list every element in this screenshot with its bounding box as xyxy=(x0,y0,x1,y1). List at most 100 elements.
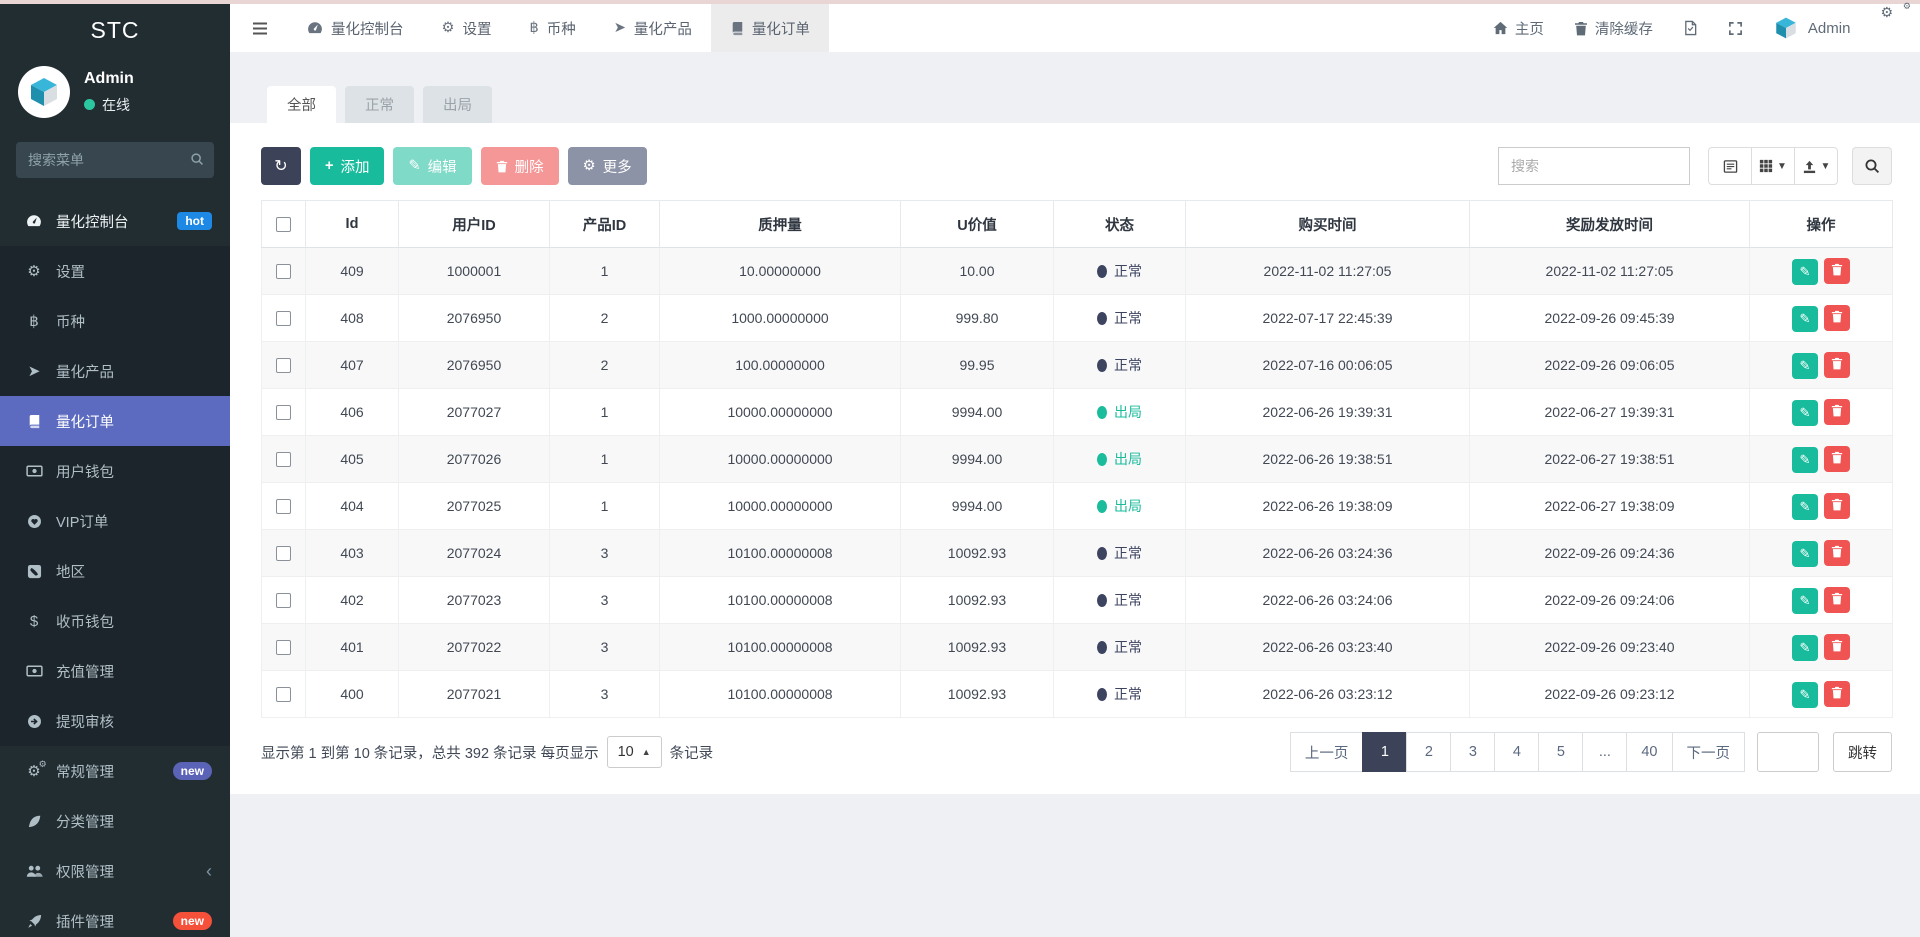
home-link[interactable]: 主页 xyxy=(1480,4,1557,52)
sidebar-item-1[interactable]: ⚙ 设置 xyxy=(0,246,230,296)
page-button-2[interactable]: 2 xyxy=(1406,732,1452,772)
filter-tab-1[interactable]: 正常 xyxy=(345,86,414,123)
select-all-checkbox[interactable] xyxy=(276,216,291,232)
jump-button[interactable]: 跳转 xyxy=(1833,732,1892,772)
row-checkbox[interactable] xyxy=(276,593,291,609)
row-edit-button[interactable]: ✎ xyxy=(1792,258,1818,285)
edit-button[interactable]: ✎ 编辑 xyxy=(393,147,472,185)
col-id[interactable]: Id xyxy=(305,200,399,248)
col-product-id[interactable]: 产品ID xyxy=(549,200,660,248)
nav-tab-0[interactable]: 量化控制台 xyxy=(288,4,423,52)
page-button-3[interactable]: 3 xyxy=(1450,732,1496,772)
fullscreen-expand-icon[interactable] xyxy=(1715,4,1756,52)
row-checkbox[interactable] xyxy=(276,687,291,703)
row-checkbox[interactable] xyxy=(276,452,291,468)
page-button-1[interactable]: 1 xyxy=(1362,732,1408,772)
filter-tab-0[interactable]: 全部 xyxy=(267,86,336,123)
search-button[interactable] xyxy=(1852,147,1892,185)
page-button-40[interactable]: 40 xyxy=(1626,732,1673,772)
export-dropdown-button[interactable]: ▼ xyxy=(1794,147,1838,185)
row-delete-button[interactable] xyxy=(1824,304,1850,331)
sidebar-item-9[interactable]: 充值管理 xyxy=(0,646,230,696)
row-delete-button[interactable] xyxy=(1824,398,1850,425)
row-delete-button[interactable] xyxy=(1824,633,1850,660)
sidebar-item-6[interactable]: VIP订单 xyxy=(0,496,230,546)
row-checkbox[interactable] xyxy=(276,405,291,421)
table-search-input[interactable] xyxy=(1498,147,1690,185)
page-button-上一页[interactable]: 上一页 xyxy=(1289,732,1364,772)
row-delete-button[interactable] xyxy=(1824,680,1850,707)
sidebar-item-0[interactable]: 量化控制台 hot xyxy=(0,196,230,246)
col-pledge[interactable]: 质押量 xyxy=(659,200,901,248)
row-checkbox[interactable] xyxy=(276,264,291,280)
row-delete-button[interactable] xyxy=(1824,351,1850,378)
row-edit-button[interactable]: ✎ xyxy=(1792,305,1818,332)
more-button[interactable]: ⚙ 更多 xyxy=(567,147,647,185)
row-delete-button[interactable] xyxy=(1824,586,1850,613)
detail-view-button[interactable] xyxy=(1708,147,1752,185)
row-checkbox[interactable] xyxy=(276,499,291,515)
row-checkbox[interactable] xyxy=(276,546,291,562)
col-u-value[interactable]: U价值 xyxy=(900,200,1054,248)
sidebar-item-2[interactable]: ฿ 币种 xyxy=(0,296,230,346)
hamburger-menu-icon[interactable] xyxy=(230,21,288,36)
nav-tab-3[interactable]: ➤ 量化产品 xyxy=(595,4,711,52)
sidebar-item-5[interactable]: 用户钱包 xyxy=(0,446,230,496)
row-edit-button[interactable]: ✎ xyxy=(1792,634,1818,661)
row-edit-button[interactable]: ✎ xyxy=(1792,681,1818,708)
clear-cache-link[interactable]: 清除缓存 xyxy=(1561,4,1666,52)
row-edit-button[interactable]: ✎ xyxy=(1792,399,1818,426)
trash-icon xyxy=(1831,686,1843,702)
columns-dropdown-button[interactable]: ▼ xyxy=(1751,147,1795,185)
page-button-...[interactable]: ... xyxy=(1582,732,1628,772)
sidebar-item-label: 设置 xyxy=(56,264,85,281)
row-edit-button[interactable]: ✎ xyxy=(1792,587,1818,614)
add-button[interactable]: + 添加 xyxy=(310,147,385,185)
cell-status: 正常 xyxy=(1053,529,1186,577)
user-menu[interactable]: Admin xyxy=(1760,4,1864,52)
col-reward-time[interactable]: 奖励发放时间 xyxy=(1469,200,1750,248)
sidebar-item-13[interactable]: 权限管理 ‹ xyxy=(0,846,230,896)
row-edit-button[interactable]: ✎ xyxy=(1792,493,1818,520)
filter-tab-2[interactable]: 出局 xyxy=(423,86,492,123)
row-delete-button[interactable] xyxy=(1824,492,1850,519)
jump-page-input[interactable] xyxy=(1757,732,1819,772)
sidebar-item-4[interactable]: 量化订单 xyxy=(0,396,230,446)
page-button-4[interactable]: 4 xyxy=(1494,732,1540,772)
page-button-下一页[interactable]: 下一页 xyxy=(1671,732,1745,772)
sidebar-item-8[interactable]: $ 收币钱包 xyxy=(0,596,230,646)
nav-tab-1[interactable]: ⚙ 设置 xyxy=(423,4,511,52)
sidebar-search-input[interactable] xyxy=(16,142,214,178)
row-edit-button[interactable]: ✎ xyxy=(1792,540,1818,567)
delete-button[interactable]: 删除 xyxy=(480,147,559,185)
status-label: 出局 xyxy=(1114,498,1142,514)
sidebar-item-10[interactable]: 提现审核 xyxy=(0,696,230,746)
sidebar-item-11[interactable]: ⚙ ⚙ 常规管理 new xyxy=(0,746,230,796)
row-delete-button[interactable] xyxy=(1824,539,1850,566)
col-user-id[interactable]: 用户ID xyxy=(398,200,550,248)
nav-tab-4[interactable]: 量化订单 xyxy=(710,4,829,52)
content-tabs: 全部 正常 出局 xyxy=(267,86,1920,123)
refresh-button[interactable]: ↻ xyxy=(261,147,301,185)
sidebar-item-3[interactable]: ➤ 量化产品 xyxy=(0,346,230,396)
page-size-select[interactable]: 10 ▲ xyxy=(606,736,662,768)
row-delete-button[interactable] xyxy=(1824,257,1850,284)
sidebar-item-14[interactable]: 插件管理 new xyxy=(0,896,230,937)
col-status[interactable]: 状态 xyxy=(1053,200,1186,248)
cell-buy_time: 2022-06-26 19:38:09 xyxy=(1185,482,1470,530)
page-button-5[interactable]: 5 xyxy=(1538,732,1584,772)
col-buy-time[interactable]: 购买时间 xyxy=(1185,200,1470,248)
nav-tab-2[interactable]: ฿ 币种 xyxy=(511,4,595,52)
row-checkbox[interactable] xyxy=(276,311,291,327)
row-edit-button[interactable]: ✎ xyxy=(1792,446,1818,473)
sidebar-item-7[interactable]: 地区 xyxy=(0,546,230,596)
sidebar-item-12[interactable]: 分类管理 xyxy=(0,796,230,846)
row-edit-button[interactable]: ✎ xyxy=(1792,352,1818,379)
row-checkbox[interactable] xyxy=(276,640,291,656)
col-actions[interactable]: 操作 xyxy=(1749,200,1893,248)
grid-icon xyxy=(1759,159,1773,173)
row-checkbox[interactable] xyxy=(276,358,291,374)
document-icon[interactable] xyxy=(1670,4,1711,52)
row-delete-button[interactable] xyxy=(1824,445,1850,472)
settings-cogs-icon[interactable]: ⚙ ⚙ xyxy=(1867,1,1911,52)
